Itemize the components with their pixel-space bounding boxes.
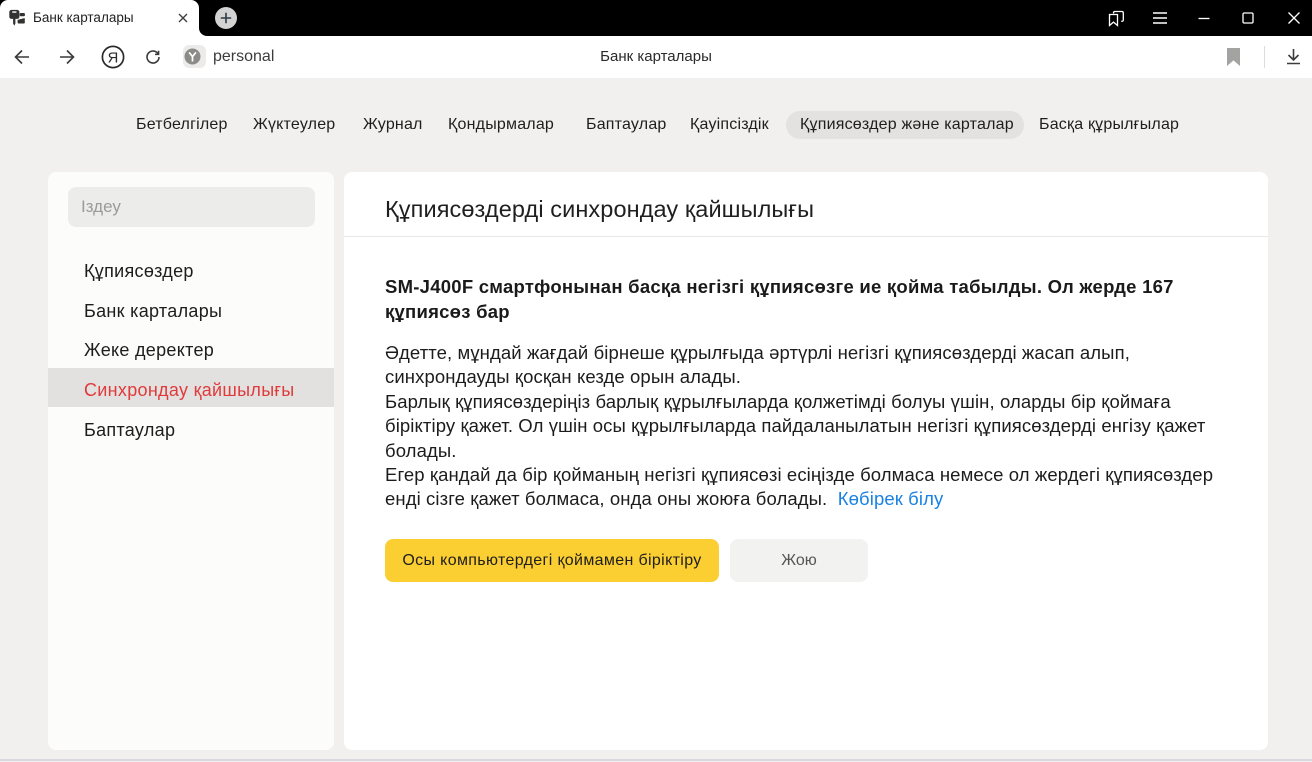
svg-text:Я: Я [108,50,119,66]
